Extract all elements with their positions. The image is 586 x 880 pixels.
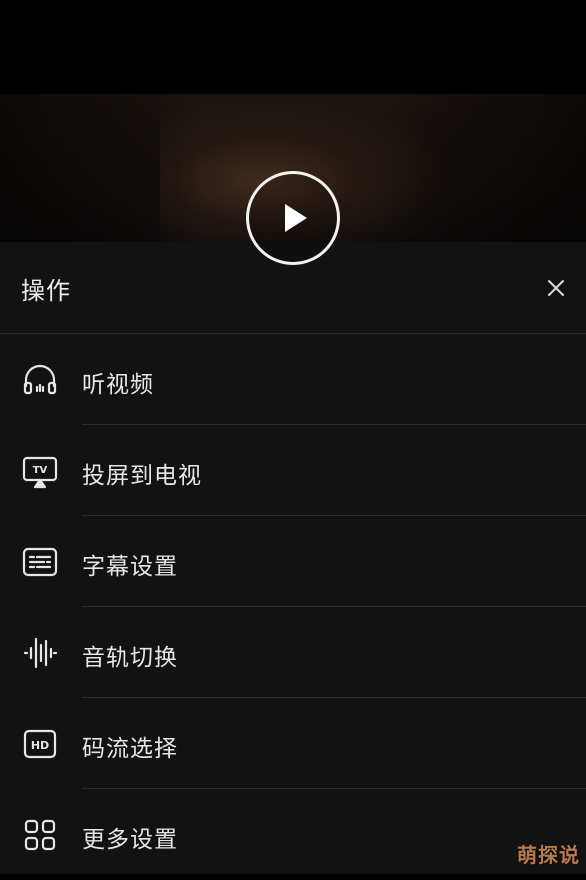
tv-cast-icon: TV [21, 452, 59, 490]
menu-item-audio-track[interactable]: 音轨切换 [0, 607, 586, 698]
status-bar-area [0, 0, 586, 94]
action-sheet: 操作 听视频 TV 投屏到电视 字幕设置 音轨切换 HD 码流选择 更多设置 [0, 242, 586, 874]
menu-item-cast-to-tv[interactable]: TV 投屏到电视 [0, 425, 586, 516]
menu-item-label: 更多设置 [82, 827, 178, 853]
play-icon [285, 204, 307, 232]
menu-item-listen-video[interactable]: 听视频 [0, 334, 586, 425]
audio-waveform-icon [21, 634, 59, 672]
watermark: 萌探说 [517, 843, 580, 867]
menu-item-label: 字幕设置 [82, 554, 178, 580]
menu-item-label: 码流选择 [82, 736, 178, 762]
menu-item-bitrate-select[interactable]: HD 码流选择 [0, 698, 586, 789]
sheet-title: 操作 [21, 277, 71, 305]
headphones-icon [21, 361, 59, 399]
menu-item-subtitle-settings[interactable]: 字幕设置 [0, 516, 586, 607]
svg-text:TV: TV [33, 465, 48, 476]
menu-item-label: 投屏到电视 [82, 463, 202, 489]
svg-text:HD: HD [31, 739, 49, 752]
hd-icon: HD [21, 725, 59, 763]
menu-item-more-settings[interactable]: 更多设置 [0, 789, 586, 880]
grid-icon [21, 816, 59, 854]
menu-item-label: 听视频 [82, 372, 154, 398]
menu-item-label: 音轨切换 [82, 645, 178, 671]
play-button[interactable] [246, 171, 340, 265]
close-button[interactable] [544, 276, 568, 300]
close-icon [548, 280, 564, 296]
subtitle-icon [21, 543, 59, 581]
